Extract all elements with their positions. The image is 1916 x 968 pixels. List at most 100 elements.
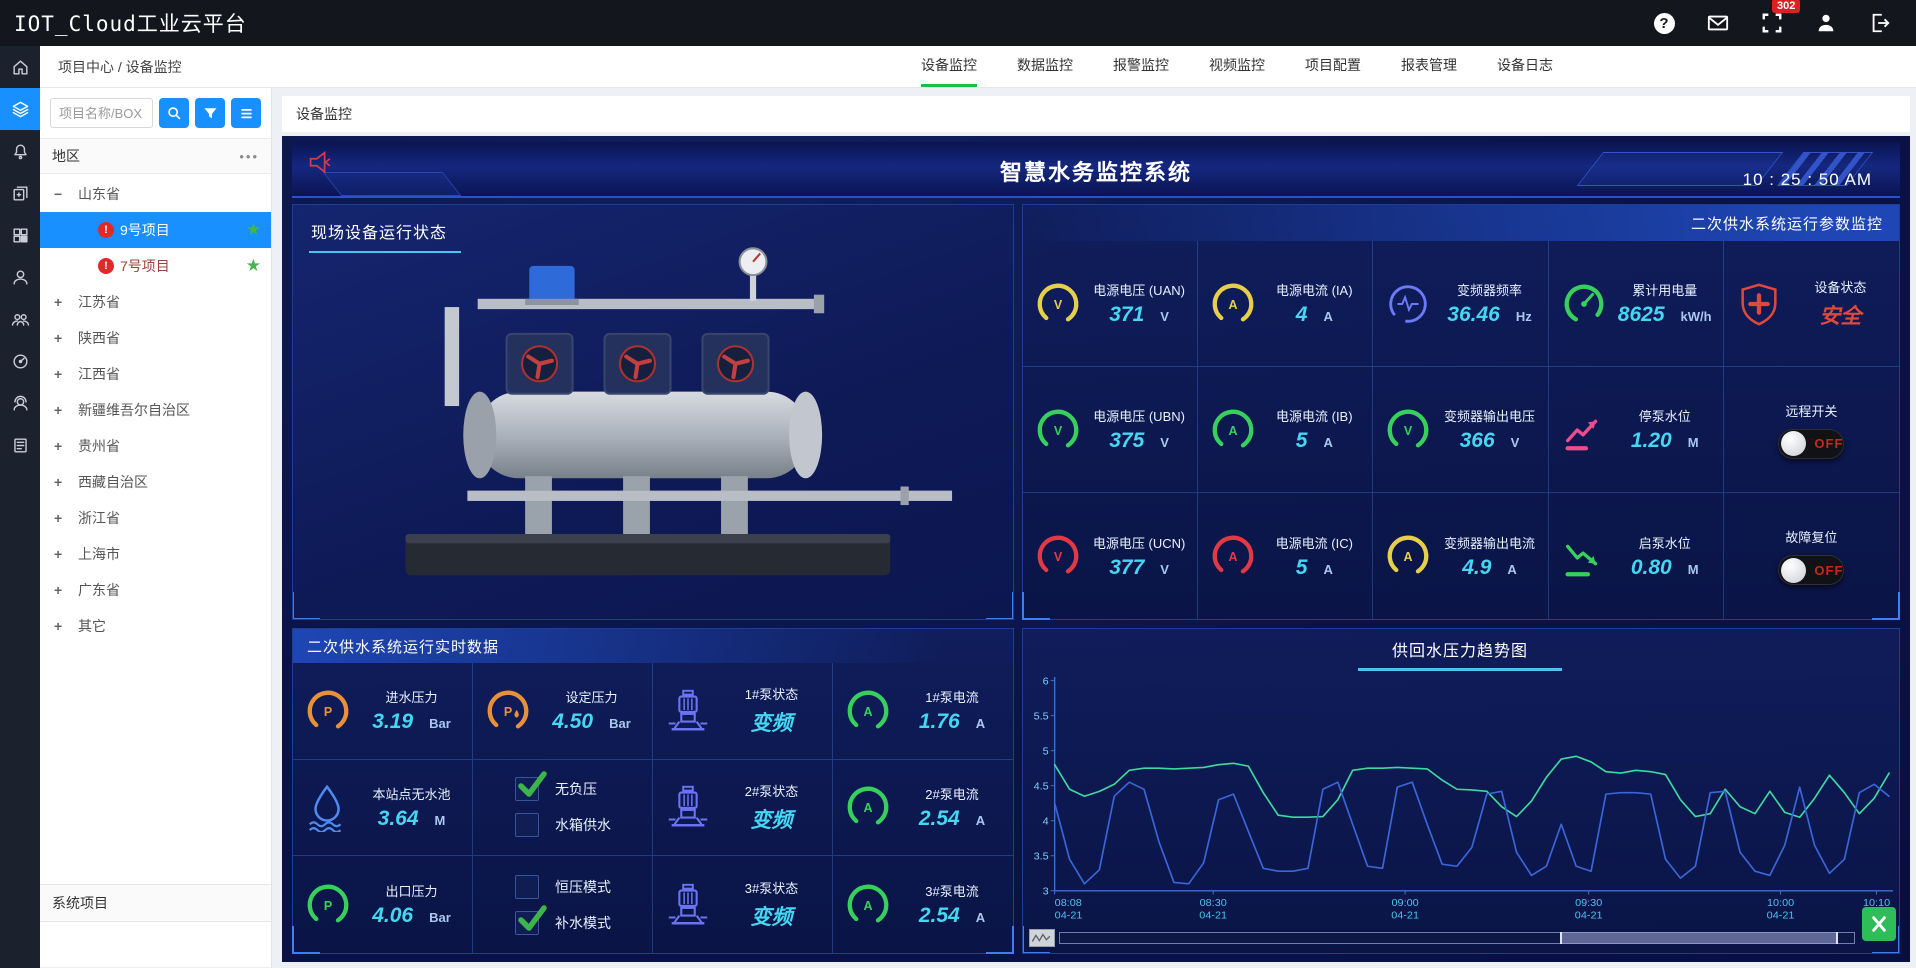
filter-button[interactable] <box>195 98 225 128</box>
tree-item-6[interactable]: +新疆维吾尔自治区 <box>40 392 271 428</box>
rail-copy-plus-icon[interactable] <box>0 172 40 214</box>
expander-icon[interactable]: + <box>54 330 70 346</box>
unchecked-checkbox-icon[interactable] <box>515 813 539 837</box>
check-row[interactable]: 无负压 <box>515 777 611 801</box>
expander-icon[interactable]: + <box>54 474 70 490</box>
tree-item-2[interactable]: !7号项目★ <box>40 248 271 284</box>
notification-badge: 302 <box>1772 0 1800 13</box>
nav-tab-4[interactable]: 项目配置 <box>1305 46 1361 87</box>
expander-icon[interactable]: + <box>54 366 70 382</box>
rail-user-icon[interactable] <box>0 256 40 298</box>
search-icon <box>167 106 182 121</box>
checked-checkbox-icon[interactable] <box>515 777 539 801</box>
param-toggle-14[interactable]: 故障复位OFF <box>1724 493 1899 619</box>
tree-item-0[interactable]: −山东省 <box>40 176 271 212</box>
chart-thumbnail[interactable] <box>1029 929 1055 947</box>
rail-grid-icon[interactable] <box>0 214 40 256</box>
tree-item-8[interactable]: +西藏自治区 <box>40 464 271 500</box>
excel-export-button[interactable] <box>1862 907 1896 941</box>
metric-unit: M <box>1688 435 1699 450</box>
realtime-mode-checks-5[interactable]: 无负压水箱供水 <box>473 760 653 857</box>
rail-bell-icon[interactable] <box>0 130 40 172</box>
slider-selected-range[interactable] <box>1560 932 1838 944</box>
star-icon[interactable]: ★ <box>246 220 261 240</box>
nav-tab-2[interactable]: 报警监控 <box>1113 46 1169 87</box>
nav-tab-0[interactable]: 设备监控 <box>921 46 977 87</box>
param-toggle-9[interactable]: 远程开关OFF <box>1724 367 1899 493</box>
search-button[interactable] <box>159 98 189 128</box>
chart-title: 供回水压力趋势图 <box>1358 637 1562 671</box>
param-cell-0: V电源电压 (UAN)371V <box>1023 241 1198 367</box>
fullscreen-icon[interactable]: 302 <box>1760 11 1784 35</box>
realtime-panel: 二次供水系统运行实时数据 P进水压力3.19BarP设定压力4.50Bar1#泵… <box>292 628 1014 954</box>
svg-text:P: P <box>504 705 512 719</box>
rail-meter-icon[interactable] <box>0 340 40 382</box>
star-icon[interactable]: ★ <box>246 256 261 276</box>
list-button[interactable] <box>231 98 261 128</box>
expander-icon[interactable]: + <box>54 402 70 418</box>
unchecked-checkbox-icon[interactable] <box>515 875 539 899</box>
metric-unit: A <box>1323 435 1332 450</box>
logout-icon[interactable] <box>1868 11 1892 35</box>
metric-unit: Bar <box>429 716 451 731</box>
expander-icon[interactable]: + <box>54 546 70 562</box>
tree-item-10[interactable]: +上海市 <box>40 536 271 572</box>
param-cell-8: 停泵水位1.20M <box>1549 367 1724 493</box>
toggle-switch[interactable]: OFF <box>1778 555 1844 585</box>
svg-text:V: V <box>1054 423 1063 437</box>
toggle-state: OFF <box>1814 436 1843 451</box>
chart-range-slider[interactable] <box>1059 932 1855 944</box>
expander-icon[interactable]: + <box>54 582 70 598</box>
tree-item-3[interactable]: +江苏省 <box>40 284 271 320</box>
toggle-knob[interactable] <box>1781 558 1806 583</box>
breadcrumb: 项目中心 / 设备监控 <box>58 46 182 87</box>
toggle-knob[interactable] <box>1781 431 1806 456</box>
metric-value: 377 <box>1109 556 1144 580</box>
nav-tab-5[interactable]: 报表管理 <box>1401 46 1457 87</box>
workspace: 地区 ••• −山东省!9号项目★!7号项目★+江苏省+陕西省+江西省+新疆维吾… <box>40 88 1916 968</box>
svg-text:09:00: 09:00 <box>1392 897 1419 909</box>
tree-item-4[interactable]: +陕西省 <box>40 320 271 356</box>
rail-home-icon[interactable] <box>0 46 40 88</box>
more-options-icon[interactable]: ••• <box>239 149 259 164</box>
rail-team-icon[interactable] <box>0 298 40 340</box>
mail-icon[interactable] <box>1706 11 1730 35</box>
gauge-icon: V <box>1031 531 1085 581</box>
metric-unit: A <box>1323 309 1332 324</box>
nav-tab-6[interactable]: 设备日志 <box>1497 46 1553 87</box>
tree-item-9[interactable]: +浙江省 <box>40 500 271 536</box>
check-row[interactable]: 水箱供水 <box>515 813 611 837</box>
tree-item-11[interactable]: +广东省 <box>40 572 271 608</box>
expander-icon[interactable]: + <box>54 294 70 310</box>
expander-icon[interactable]: + <box>54 438 70 454</box>
nav-tab-1[interactable]: 数据监控 <box>1017 46 1073 87</box>
check-row[interactable]: 恒压模式 <box>515 875 611 899</box>
svg-text:V: V <box>1054 550 1063 564</box>
rail-support-icon[interactable] <box>0 382 40 424</box>
metric-label: 1#泵电流 <box>899 687 1005 706</box>
realtime-mode-checks-9[interactable]: 恒压模式补水模式 <box>473 856 653 953</box>
svg-text:09:30: 09:30 <box>1575 897 1602 909</box>
expander-icon[interactable]: + <box>54 618 70 634</box>
search-input[interactable] <box>50 98 153 128</box>
help-icon[interactable]: ? <box>1652 11 1676 35</box>
user-icon[interactable] <box>1814 11 1838 35</box>
rail-log-icon[interactable] <box>0 424 40 466</box>
expander-icon[interactable]: − <box>54 186 70 202</box>
check-row[interactable]: 补水模式 <box>515 911 611 935</box>
checked-checkbox-icon[interactable] <box>515 911 539 935</box>
tree-item-5[interactable]: +江西省 <box>40 356 271 392</box>
nav-tab-3[interactable]: 视频监控 <box>1209 46 1265 87</box>
rail-layers-icon[interactable] <box>0 88 40 130</box>
tree-item-1[interactable]: !9号项目★ <box>40 212 271 248</box>
expander-icon[interactable]: + <box>54 510 70 526</box>
system-projects-section[interactable]: 系统项目 <box>40 884 271 922</box>
metric-label: 电源电压 (UAN) <box>1089 280 1189 299</box>
tree-item-12[interactable]: +其它 <box>40 608 271 644</box>
toggle-switch[interactable]: OFF <box>1778 429 1844 459</box>
tree-item-7[interactable]: +贵州省 <box>40 428 271 464</box>
metric-value: 0.80 <box>1631 556 1672 580</box>
chart-title-wrap: 供回水压力趋势图 <box>1025 637 1895 671</box>
check-label: 恒压模式 <box>555 877 611 897</box>
metric-label: 1#泵状态 <box>719 684 824 703</box>
